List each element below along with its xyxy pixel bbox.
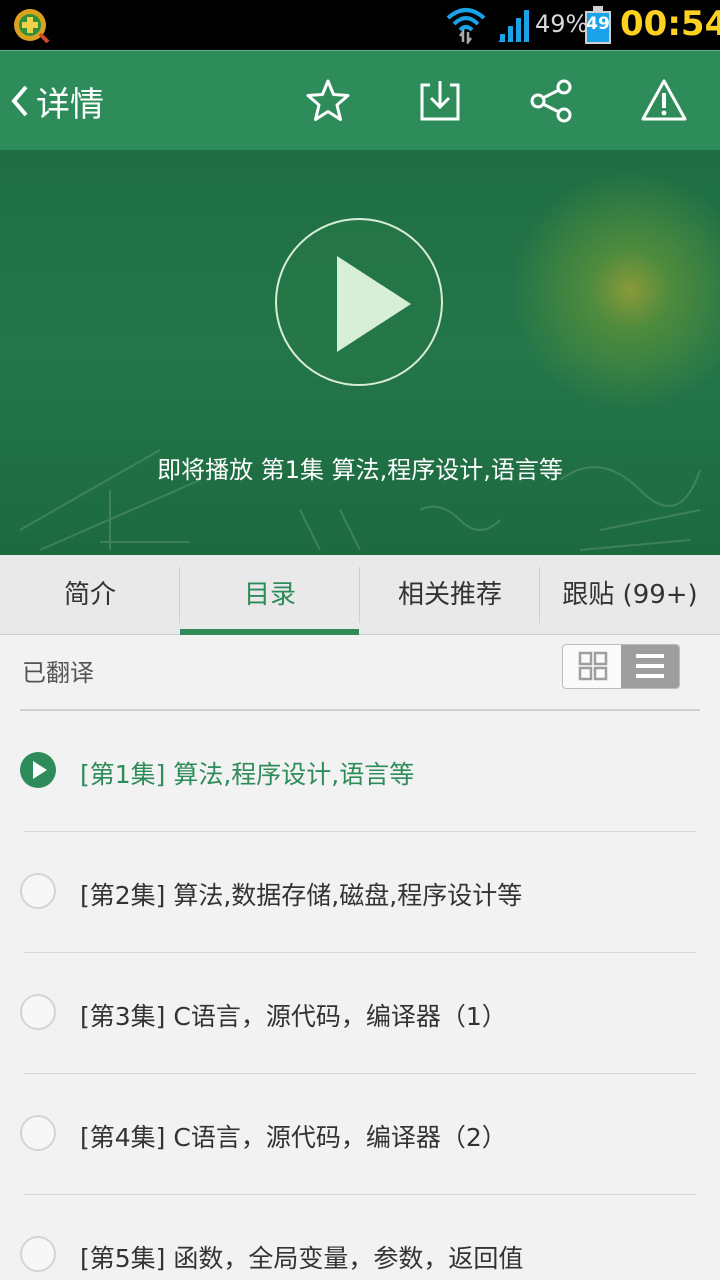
episode-item-5[interactable]: [第5集] 函数，全局变量，参数，返回值 (0, 1195, 720, 1280)
download-icon[interactable] (416, 77, 464, 125)
play-icon (33, 761, 47, 779)
episode-title: [第5集] 函数，全局变量，参数，返回值 (80, 1244, 524, 1273)
episode-radio[interactable] (20, 1115, 56, 1151)
list-view-icon[interactable] (621, 645, 679, 688)
clock: 00:54 (620, 4, 720, 44)
tab-bar: 简介 目录 相关推荐 跟贴 (99+) (0, 555, 720, 635)
status-bar: 49% 49 00:54 (0, 0, 720, 50)
now-playing-indicator (20, 752, 56, 788)
page-title: 详情 (36, 84, 104, 125)
episode-item-3[interactable]: [第3集] C语言，源代码，编译器（1） (0, 953, 720, 1074)
battery-icon: 49 (585, 6, 611, 44)
wifi-icon (446, 8, 486, 44)
episode-title: [第3集] C语言，源代码，编译器（1） (80, 1002, 507, 1031)
episode-title: [第1集] 算法,程序设计,语言等 (80, 760, 415, 789)
episode-item-4[interactable]: [第4集] C语言，源代码，编译器（2） (0, 1074, 720, 1195)
episode-title: [第2集] 算法,数据存储,磁盘,程序设计等 (80, 881, 523, 910)
episode-item-2[interactable]: [第2集] 算法,数据存储,磁盘,程序设计等 (0, 832, 720, 953)
tab-comments[interactable]: 跟贴 (99+) (540, 555, 720, 635)
back-button[interactable]: 详情 (8, 79, 104, 125)
view-mode-toggle (562, 644, 680, 689)
catalog-header: 已翻译 (0, 635, 720, 711)
share-icon[interactable] (528, 77, 576, 125)
signal-icon (498, 10, 529, 42)
warning-icon[interactable] (640, 77, 688, 125)
battery-percent: 49% (535, 10, 589, 38)
tab-catalog[interactable]: 目录 (180, 555, 360, 635)
grid-view-icon[interactable] (563, 645, 621, 688)
app-header: 详情 (0, 50, 720, 150)
episode-radio[interactable] (20, 994, 56, 1030)
app-icon (14, 9, 50, 44)
video-player[interactable]: 即将播放 第1集 算法,程序设计,语言等 (0, 150, 720, 555)
chevron-left-icon (11, 85, 28, 117)
tab-recommendations[interactable]: 相关推荐 (360, 555, 540, 635)
episode-item-1[interactable]: [第1集] 算法,程序设计,语言等 (0, 711, 720, 832)
episode-radio[interactable] (20, 873, 56, 909)
tab-intro[interactable]: 简介 (0, 555, 180, 635)
battery-level: 49 (586, 14, 610, 34)
play-icon (337, 256, 411, 352)
episode-radio[interactable] (20, 1236, 56, 1272)
up-next-caption: 即将播放 第1集 算法,程序设计,语言等 (157, 456, 563, 484)
play-button[interactable] (275, 218, 443, 386)
episode-title: [第4集] C语言，源代码，编译器（2） (80, 1123, 507, 1152)
star-icon[interactable] (304, 77, 352, 125)
translated-filter-label: 已翻译 (22, 659, 94, 687)
